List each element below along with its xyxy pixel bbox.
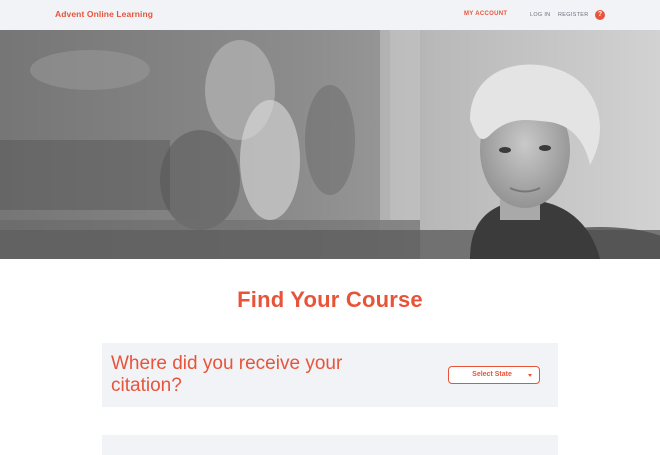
login-link[interactable]: LOG IN	[530, 12, 550, 18]
chevron-down-icon	[528, 374, 532, 377]
my-account-link[interactable]: MY ACCOUNT	[464, 11, 507, 17]
register-link[interactable]: REGISTER	[558, 12, 589, 18]
hero-image	[0, 30, 660, 259]
help-icon[interactable]: ?	[595, 10, 605, 20]
hero-photo	[0, 30, 660, 259]
state-select-value: Select State	[472, 371, 512, 378]
next-question-card	[102, 435, 558, 455]
citation-question: Where did you receive your citation?	[111, 353, 343, 396]
top-nav-bar: Advent Online Learning MY ACCOUNT LOG IN…	[0, 0, 660, 30]
page-title: Find Your Course	[237, 287, 423, 312]
state-select[interactable]: Select State	[448, 366, 540, 384]
brand-logo[interactable]: Advent Online Learning	[55, 9, 153, 19]
citation-question-card: Where did you receive your citation? Sel…	[102, 343, 558, 407]
